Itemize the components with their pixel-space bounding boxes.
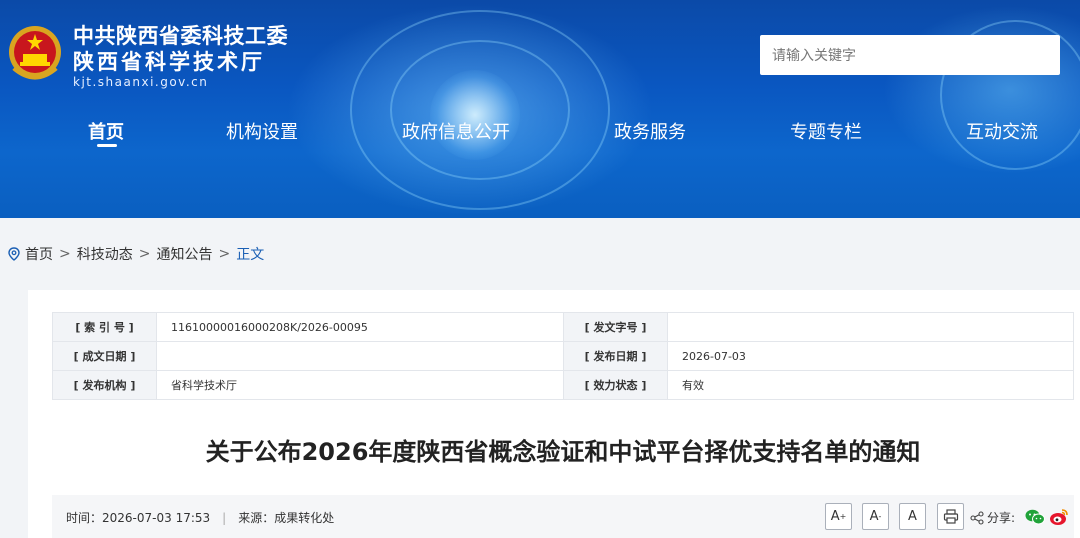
- nav-item-services[interactable]: 政务服务: [614, 118, 686, 144]
- article-title: 关于公布2026年度陕西省概念验证和中试平台择优支持名单的通知: [205, 438, 921, 466]
- nav-item-topics[interactable]: 专题专栏: [790, 118, 862, 144]
- site-domain: kjt.shaanxi.gov.cn: [73, 75, 209, 89]
- search-input[interactable]: 请输入关键字: [760, 35, 1060, 75]
- nav-item-organization[interactable]: 机构设置: [226, 118, 298, 144]
- meta-row: [ 成文日期 ] [ 发布日期 ] 2026-07-03: [52, 341, 1074, 371]
- nav-item-home[interactable]: 首页: [88, 118, 124, 144]
- meta-value-published: 2026-07-03: [667, 341, 1074, 371]
- meta-label-docno: [ 发文字号 ]: [563, 312, 668, 342]
- meta-value-org: 省科学技术厅: [156, 370, 564, 400]
- font-larger-button[interactable]: A +: [825, 503, 852, 530]
- share-group: 分享:: [970, 509, 1015, 526]
- minus-icon: -: [878, 512, 882, 521]
- main-nav: 首页 机构设置 政府信息公开 政务服务 专题专栏 互动交流: [0, 118, 1080, 148]
- nav-item-interaction[interactable]: 互动交流: [966, 118, 1038, 144]
- font-smaller-label: A: [869, 509, 879, 524]
- share-label: 分享:: [987, 511, 1016, 525]
- font-default-label: A: [908, 509, 917, 524]
- meta-label-published: [ 发布日期 ]: [563, 341, 668, 371]
- breadcrumb-item-news[interactable]: 科技动态: [77, 244, 133, 264]
- meta-label-org: [ 发布机构 ]: [52, 370, 157, 400]
- print-icon: [943, 509, 958, 524]
- meta-label-status: [ 效力状态 ]: [563, 370, 668, 400]
- weibo-icon[interactable]: [1049, 508, 1069, 526]
- time-label: 时间：: [66, 511, 103, 525]
- meta-label-created: [ 成文日期 ]: [52, 341, 157, 371]
- meta-value-status: 有效: [667, 370, 1074, 400]
- print-button[interactable]: [937, 503, 964, 530]
- nav-active-indicator: [97, 144, 117, 147]
- location-pin-icon: [8, 247, 20, 261]
- search-placeholder: 请输入关键字: [772, 48, 856, 64]
- font-default-button[interactable]: A: [899, 503, 926, 530]
- national-emblem-icon[interactable]: [6, 24, 64, 84]
- meta-row: [ 索 引 号 ] 11610000016000208K/2026-00095 …: [52, 312, 1074, 342]
- source-label: 来源：: [238, 511, 275, 525]
- plus-icon: +: [839, 512, 847, 521]
- wechat-icon[interactable]: [1025, 509, 1045, 525]
- source-value: 成果转化处: [274, 511, 335, 525]
- article-info: 时间：2026-07-03 17:53 | 来源：成果转化处: [66, 509, 334, 526]
- info-divider: |: [222, 511, 227, 525]
- meta-row: [ 发布机构 ] 省科学技术厅 [ 效力状态 ] 有效: [52, 370, 1074, 400]
- site-name-secondary[interactable]: 陕西省科学技术厅: [73, 46, 265, 76]
- article-info-bar: 时间：2026-07-03 17:53 | 来源：成果转化处 A + A- A 分享:: [52, 495, 1074, 538]
- breadcrumb: 首页 > 科技动态 > 通知公告 > 正文: [8, 244, 264, 264]
- meta-value-created: [156, 341, 564, 371]
- breadcrumb-current: 正文: [236, 247, 265, 263]
- breadcrumb-item-notices[interactable]: 通知公告: [156, 244, 212, 264]
- nav-item-gov-info[interactable]: 政府信息公开: [402, 118, 510, 144]
- breadcrumb-separator: >: [218, 246, 231, 262]
- breadcrumb-separator: >: [59, 246, 71, 262]
- share-icon: [970, 510, 984, 525]
- breadcrumb-separator: >: [138, 246, 151, 262]
- font-larger-label: A: [830, 509, 840, 524]
- meta-value-docno: [667, 312, 1074, 342]
- meta-value-index: 11610000016000208K/2026-00095: [156, 312, 564, 342]
- breadcrumb-item-home[interactable]: 首页: [25, 244, 53, 264]
- document-meta-table: [ 索 引 号 ] 11610000016000208K/2026-00095 …: [52, 312, 1074, 400]
- publish-time: 2026-07-03 17:53: [102, 511, 211, 525]
- meta-label-index: [ 索 引 号 ]: [52, 312, 157, 342]
- font-smaller-button[interactable]: A-: [862, 503, 889, 530]
